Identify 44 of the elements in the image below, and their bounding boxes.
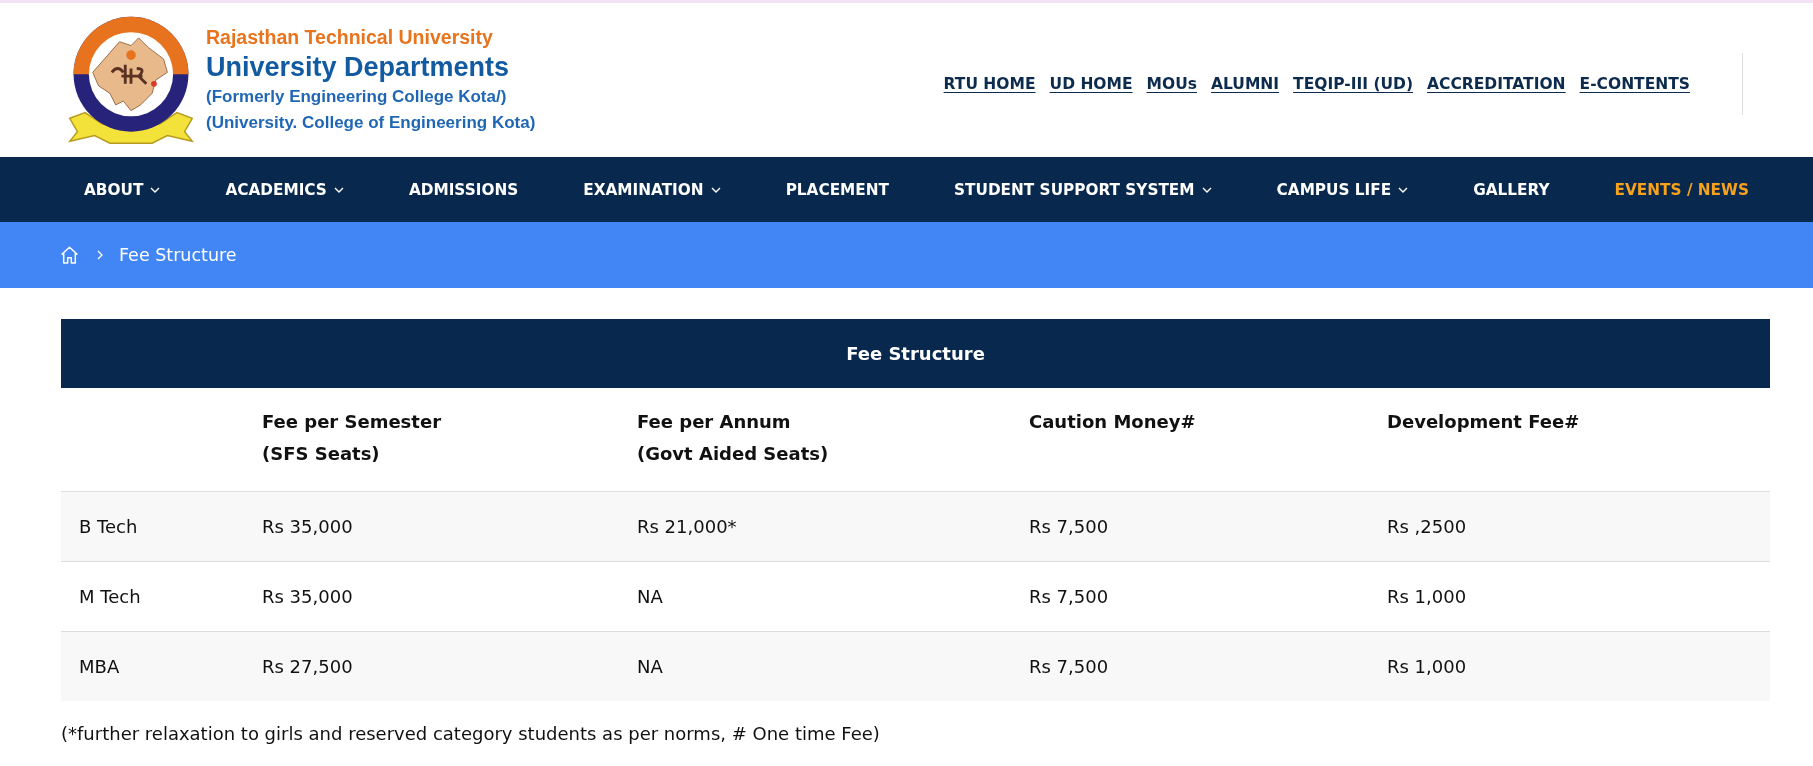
nav-link[interactable]: ADMISSIONS: [408, 180, 519, 199]
table-cell: NA: [619, 631, 1011, 701]
table-cell: Rs 27,500: [244, 631, 619, 701]
column-header: Fee per Semester (SFS Seats): [244, 388, 619, 491]
table-cell: Rs 35,000: [244, 491, 619, 561]
column-header: Development Fee#: [1369, 388, 1770, 491]
nav-link[interactable]: CAMPUS LIFE: [1276, 180, 1409, 199]
nav-link[interactable]: STUDENT SUPPORT SYSTEM: [954, 180, 1212, 199]
nav-link[interactable]: GALLERY: [1473, 180, 1550, 199]
top-link[interactable]: ALUMNI: [1211, 75, 1280, 93]
table-cell: Rs 1,000: [1369, 561, 1770, 631]
top-link[interactable]: RTU HOME: [943, 75, 1036, 93]
top-link[interactable]: ACCREDITATION: [1427, 75, 1566, 93]
column-header: Caution Money#: [1011, 388, 1369, 491]
column-header: Fee per Annum (Govt Aided Seats): [619, 388, 1011, 491]
table-cell: Rs ,2500: [1369, 491, 1770, 561]
top-link[interactable]: UD HOME: [1049, 75, 1133, 93]
nav-link[interactable]: PLACEMENT: [785, 180, 889, 199]
nav-link[interactable]: ACADEMICS: [225, 180, 344, 199]
table-cell: Rs 7,500: [1011, 561, 1369, 631]
nav-link[interactable]: EVENTS / NEWS: [1614, 180, 1749, 199]
table-cell: Rs 7,500: [1011, 491, 1369, 561]
site-subtitle: (University. College of Engineering Kota): [206, 112, 536, 134]
nav-link[interactable]: EXAMINATION: [583, 180, 721, 199]
row-header: M Tech: [61, 561, 244, 631]
table-cell: Rs 35,000: [244, 561, 619, 631]
table-title: Fee Structure: [61, 319, 1770, 388]
table-cell: NA: [619, 561, 1011, 631]
top-link[interactable]: TEQIP-III (UD): [1293, 75, 1413, 93]
table-cell: Rs 1,000: [1369, 631, 1770, 701]
institution-name: Rajasthan Technical University: [206, 25, 494, 50]
site-subtitle: (Formerly Engineering College Kota/): [206, 86, 508, 108]
site-title: University Departments: [206, 51, 511, 84]
row-header: B Tech: [61, 491, 244, 561]
nav-link[interactable]: ABOUT: [84, 180, 161, 199]
top-link[interactable]: E-CONTENTS: [1579, 75, 1690, 93]
footnote: (*further relaxation to girls and reserved category students as per norms, # One time Fee): [61, 723, 881, 744]
breadcrumb-current: Fee Structure: [119, 245, 237, 265]
chevron-right-icon: [97, 250, 103, 260]
top-link[interactable]: MOUs: [1146, 75, 1197, 93]
row-header: MBA: [61, 631, 244, 701]
table-cell: Rs 7,500: [1011, 631, 1369, 701]
home-icon[interactable]: [60, 246, 79, 264]
table-cell: Rs 21,000*: [619, 491, 1011, 561]
